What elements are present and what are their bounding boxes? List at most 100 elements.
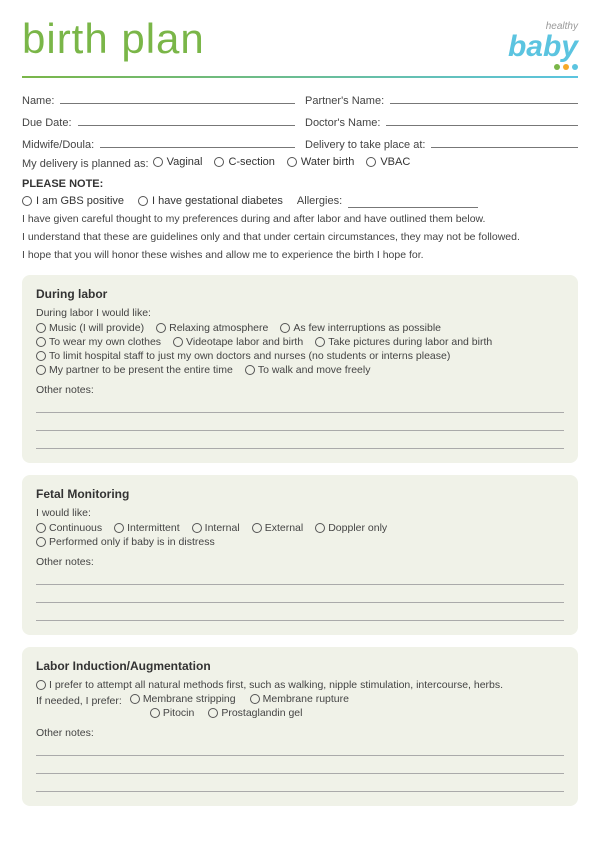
radio-relaxing — [156, 323, 166, 333]
intro-line-2: I understand that these are guidelines o… — [22, 230, 578, 246]
delivery-planned-label: My delivery is planned as: — [22, 158, 149, 170]
during-labor-row-3: To limit hospital staff to just my own d… — [36, 350, 564, 362]
section-labor-induction: Labor Induction/Augmentation I prefer to… — [22, 647, 578, 806]
if-needed-options: Membrane stripping Membrane rupture Pito… — [130, 693, 359, 719]
name-row: Name: Partner's Name: — [22, 90, 578, 107]
option-waterbirth[interactable]: Water birth — [287, 156, 354, 168]
logo-baby: baby — [508, 32, 578, 62]
option-vbac[interactable]: VBAC — [366, 156, 410, 168]
allergies-label: Allergies: — [297, 195, 342, 207]
labor-induction-note-line-3 — [36, 778, 564, 792]
due-date-row: Due Date: Doctor's Name: — [22, 112, 578, 129]
option-pitocin[interactable]: Pitocin — [150, 707, 195, 719]
radio-prefer-natural — [36, 680, 46, 690]
during-labor-row-1: Music (I will provide) Relaxing atmosphe… — [36, 322, 564, 334]
radio-membrane-stripping — [130, 694, 140, 704]
midwife-line — [100, 134, 295, 148]
option-own-clothes[interactable]: To wear my own clothes — [36, 336, 161, 348]
option-relaxing[interactable]: Relaxing atmosphere — [156, 322, 268, 334]
please-note-row: I am GBS positive I have gestational dia… — [22, 194, 578, 208]
if-needed-options-row-2: Pitocin Prostaglandin gel — [130, 707, 359, 719]
option-intermittent[interactable]: Intermittent — [114, 522, 180, 534]
radio-pictures — [315, 337, 325, 347]
section-during-labor: During labor During labor I would like: … — [22, 275, 578, 463]
radio-limit-staff — [36, 351, 46, 361]
option-doppler[interactable]: Doppler only — [315, 522, 387, 534]
label-prostaglandin: Prostaglandin gel — [221, 707, 302, 719]
label-gbs: I am GBS positive — [36, 195, 124, 207]
option-videotape[interactable]: Videotape labor and birth — [173, 336, 303, 348]
option-membrane-stripping[interactable]: Membrane stripping — [130, 693, 236, 705]
label-internal: Internal — [205, 522, 240, 534]
option-pictures[interactable]: Take pictures during labor and birth — [315, 336, 492, 348]
partners-name-line — [390, 90, 578, 104]
option-continuous[interactable]: Continuous — [36, 522, 102, 534]
section-fetal-monitoring-subtitle: I would like: — [36, 507, 564, 519]
radio-gbs — [22, 196, 32, 206]
allergies-line — [348, 194, 478, 208]
during-labor-row-4: My partner to be present the entire time… — [36, 364, 564, 376]
label-diabetes: I have gestational diabetes — [152, 195, 283, 207]
title: birth plan — [22, 18, 205, 60]
option-prefer-natural[interactable]: I prefer to attempt all natural methods … — [36, 679, 503, 691]
labor-induction-note-line-2 — [36, 760, 564, 774]
radio-walk-move — [245, 365, 255, 375]
option-performed-if-distress[interactable]: Performed only if baby is in distress — [36, 536, 215, 548]
radio-partner-present — [36, 365, 46, 375]
option-few-interruptions[interactable]: As few interruptions as possible — [280, 322, 441, 334]
labor-induction-row-prefer-natural: I prefer to attempt all natural methods … — [36, 679, 564, 691]
fetal-monitoring-other-notes-label: Other notes: — [36, 556, 564, 568]
during-labor-note-line-3 — [36, 435, 564, 449]
label-vbac: VBAC — [380, 156, 410, 168]
option-external[interactable]: External — [252, 522, 304, 534]
radio-csection — [214, 157, 224, 167]
label-performed-if-distress: Performed only if baby is in distress — [49, 536, 215, 548]
radio-pitocin — [150, 708, 160, 718]
radio-doppler — [315, 523, 325, 533]
option-partner-present[interactable]: My partner to be present the entire time — [36, 364, 233, 376]
page: birth plan healthy baby Name: Partner's … — [0, 0, 600, 863]
radio-performed-if-distress — [36, 537, 46, 547]
option-vaginal[interactable]: Vaginal — [153, 156, 203, 168]
doctors-name-line — [386, 112, 578, 126]
please-note-heading: PLEASE NOTE: — [22, 178, 578, 190]
label-own-clothes: To wear my own clothes — [49, 336, 161, 348]
option-music[interactable]: Music (I will provide) — [36, 322, 144, 334]
delivery-place-label: Delivery to take place at: — [305, 139, 425, 151]
radio-intermittent — [114, 523, 124, 533]
label-relaxing: Relaxing atmosphere — [169, 322, 268, 334]
delivery-planned-row: My delivery is planned as: Vaginal C-sec… — [22, 156, 578, 170]
label-vaginal: Vaginal — [167, 156, 203, 168]
label-walk-move: To walk and move freely — [258, 364, 371, 376]
label-intermittent: Intermittent — [127, 522, 180, 534]
option-walk-move[interactable]: To walk and move freely — [245, 364, 371, 376]
label-music: Music (I will provide) — [49, 322, 144, 334]
label-csection: C-section — [228, 156, 274, 168]
intro-line-1: I have given careful thought to my prefe… — [22, 212, 578, 228]
labor-induction-other-notes-label: Other notes: — [36, 727, 564, 739]
delivery-place-field: Delivery to take place at: — [305, 134, 578, 151]
radio-vaginal — [153, 157, 163, 167]
radio-diabetes — [138, 196, 148, 206]
option-prostaglandin[interactable]: Prostaglandin gel — [208, 707, 302, 719]
radio-music — [36, 323, 46, 333]
intro-line-3: I hope that you will honor these wishes … — [22, 248, 578, 264]
section-fetal-monitoring: Fetal Monitoring I would like: Continuou… — [22, 475, 578, 635]
fetal-monitoring-note-line-1 — [36, 571, 564, 585]
option-diabetes[interactable]: I have gestational diabetes — [138, 195, 283, 207]
label-continuous: Continuous — [49, 522, 102, 534]
option-gbs[interactable]: I am GBS positive — [22, 195, 124, 207]
option-limit-staff[interactable]: To limit hospital staff to just my own d… — [36, 350, 450, 362]
if-needed-options-row-1: Membrane stripping Membrane rupture — [130, 693, 359, 705]
logo-dots — [554, 64, 578, 70]
option-internal[interactable]: Internal — [192, 522, 240, 534]
option-membrane-rupture[interactable]: Membrane rupture — [250, 693, 349, 705]
radio-own-clothes — [36, 337, 46, 347]
during-labor-other-notes-label: Other notes: — [36, 384, 564, 396]
label-waterbirth: Water birth — [301, 156, 354, 168]
name-field: Name: — [22, 90, 295, 107]
logo-area: healthy baby — [508, 18, 578, 70]
header: birth plan healthy baby — [22, 18, 578, 70]
option-csection[interactable]: C-section — [214, 156, 274, 168]
if-needed-row: If needed, I prefer: Membrane stripping … — [36, 693, 564, 719]
